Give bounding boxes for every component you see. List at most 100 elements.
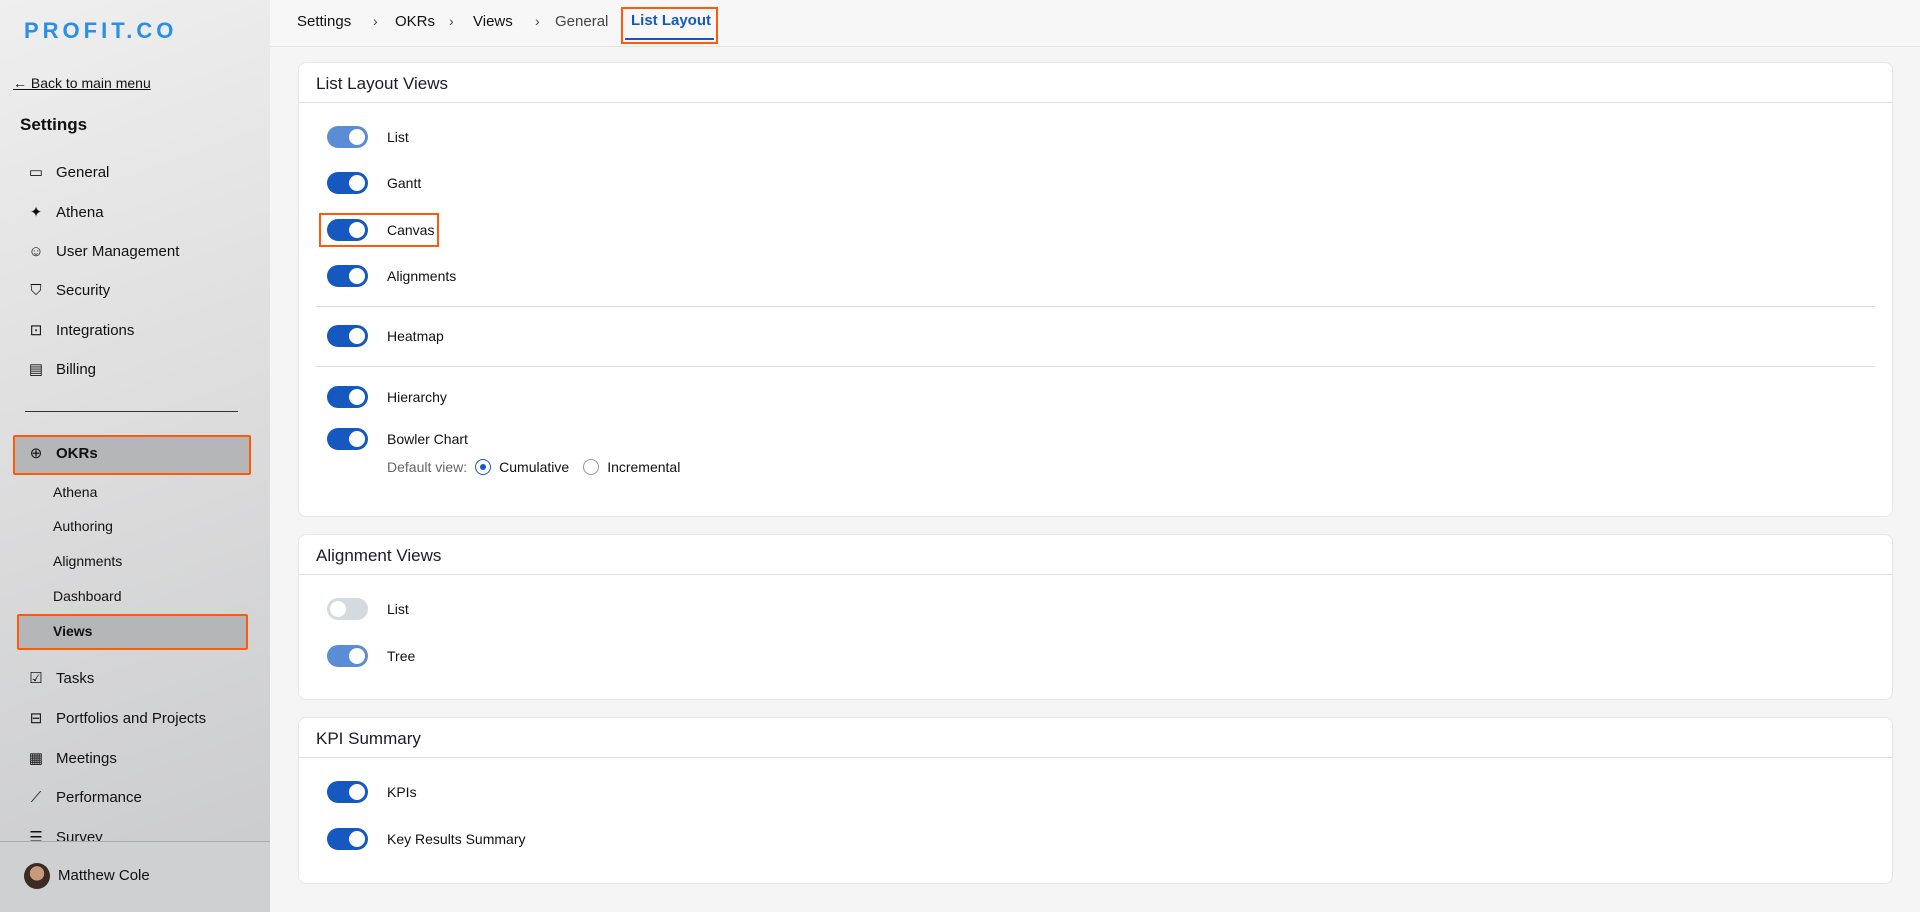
gantt-toggle-row[interactable]: Gantt [327, 171, 421, 195]
heatmap-toggle[interactable] [327, 325, 368, 347]
divider [316, 366, 1875, 367]
tree-toggle[interactable] [327, 645, 368, 667]
sidebar-item-tasks[interactable]: ☑ Tasks [27, 666, 94, 690]
sidebar-item-label: Billing [56, 360, 97, 378]
active-tab-underline [625, 38, 714, 40]
toggle-label: Hierarchy [387, 389, 447, 405]
incremental-label[interactable]: Incremental [607, 459, 680, 475]
sidebar-item-label: Meetings [56, 749, 117, 767]
cumulative-radio[interactable] [475, 459, 492, 475]
alignments-toggle-row[interactable]: Alignments [327, 264, 456, 288]
kpis-toggle[interactable] [327, 781, 368, 803]
toggle-label: Key Results Summary [387, 831, 526, 847]
list-toggle[interactable] [327, 126, 368, 148]
sidebar-item-meetings[interactable]: ▦ Meetings [27, 746, 117, 770]
tab-list-layout[interactable]: List Layout [631, 12, 711, 29]
canvas-toggle-row[interactable]: Canvas [327, 218, 434, 242]
alignment-views-card: Alignment Views List Tree [298, 534, 1893, 700]
sidebar-item-user-management[interactable]: ☺ User Management [27, 239, 179, 263]
sidebar-item-label: Security [56, 281, 111, 299]
toggle-label: Bowler Chart [387, 431, 468, 447]
toggle-label: Heatmap [387, 328, 444, 344]
monitor-icon: ▭ [28, 164, 44, 181]
card-title: List Layout Views [299, 63, 1892, 103]
toggle-label: Alignments [387, 268, 457, 284]
key-results-summary-toggle[interactable] [327, 828, 368, 850]
user-profile[interactable]: Matthew Cole [0, 841, 270, 912]
card-title: Alignment Views [299, 535, 1892, 575]
sidebar: PROFIT.CO ← Back to main menu Settings ▭… [0, 0, 270, 912]
alignment-list-toggle[interactable] [327, 598, 368, 620]
heatmap-toggle-row[interactable]: Heatmap [327, 324, 444, 348]
sparkle-icon: ✦ [29, 204, 43, 221]
sidebar-subitem-authoring[interactable]: Authoring [53, 518, 113, 534]
user-icon: ☺ [28, 242, 44, 260]
sidebar-item-performance[interactable]: ⟋ Performance [27, 785, 142, 809]
sidebar-item-billing[interactable]: ▤ Billing [27, 357, 96, 381]
breadcrumb-views[interactable]: Views [473, 13, 513, 30]
breadcrumb-okrs[interactable]: OKRs [395, 13, 435, 30]
chart-line-icon: ⟋ [30, 788, 42, 806]
gantt-toggle[interactable] [327, 172, 368, 194]
sidebar-divider [25, 411, 238, 412]
sidebar-item-security[interactable]: ⛉ Security [27, 278, 110, 302]
sidebar-item-portfolios[interactable]: ⊟ Portfolios and Projects [27, 706, 206, 730]
main-content: Settings › OKRs › Views › General List L… [270, 0, 1920, 912]
key-results-summary-toggle-row[interactable]: Key Results Summary [327, 827, 525, 851]
kpis-toggle-row[interactable]: KPIs [327, 780, 417, 804]
target-icon: ⊕ [29, 445, 43, 462]
hierarchy-toggle[interactable] [327, 386, 368, 408]
alignment-list-toggle-row[interactable]: List [327, 597, 409, 621]
canvas-toggle[interactable] [327, 219, 368, 241]
bowler-chart-toggle[interactable] [327, 428, 368, 450]
avatar [24, 863, 50, 889]
sidebar-item-general[interactable]: ▭ General [27, 160, 109, 184]
tab-general[interactable]: General [555, 13, 608, 30]
sidebar-item-label: General [56, 163, 110, 181]
sidebar-item-label: User Management [56, 242, 180, 260]
kpi-summary-card: KPI Summary KPIs Key Results Summary [298, 717, 1893, 884]
back-to-main-menu-link[interactable]: ← Back to main menu [13, 75, 151, 91]
user-name: Matthew Cole [58, 867, 150, 884]
clipboard-check-icon: ☑ [29, 670, 43, 687]
sidebar-subitem-dashboard[interactable]: Dashboard [53, 588, 122, 604]
briefcase-icon: ⊟ [29, 710, 43, 727]
toggle-label: List [387, 601, 409, 617]
chip-icon: ⊡ [29, 322, 43, 339]
list-toggle-row[interactable]: List [327, 125, 409, 149]
alignments-toggle[interactable] [327, 265, 368, 287]
sidebar-item-label: Performance [56, 788, 142, 806]
default-view-group: Default view: Cumulative Incremental [387, 459, 680, 475]
receipt-icon: ▤ [28, 361, 44, 378]
breadcrumb: Settings › OKRs › Views › General List L… [270, 0, 1920, 47]
hierarchy-toggle-row[interactable]: Hierarchy [327, 385, 447, 409]
bowler-chart-toggle-row[interactable]: Bowler Chart [327, 427, 468, 451]
sidebar-subitem-alignments[interactable]: Alignments [53, 553, 122, 569]
chevron-right-icon: › [535, 13, 540, 29]
incremental-radio[interactable] [583, 459, 600, 475]
sidebar-item-label: Portfolios and Projects [56, 709, 207, 727]
logo: PROFIT.CO [24, 18, 178, 43]
default-view-label: Default view: [387, 459, 468, 475]
calendar-icon: ▦ [28, 750, 44, 767]
toggle-label: Canvas [387, 222, 435, 238]
chevron-right-icon: › [373, 13, 378, 29]
breadcrumb-settings[interactable]: Settings [297, 13, 351, 30]
sidebar-subitem-athena[interactable]: Athena [53, 484, 97, 500]
sidebar-item-label: Athena [56, 203, 104, 221]
sidebar-item-label: OKRs [56, 444, 98, 462]
sidebar-item-label: Integrations [56, 321, 135, 339]
chevron-right-icon: › [449, 13, 454, 29]
toggle-label: Gantt [387, 175, 422, 191]
views-highlight [17, 614, 248, 650]
cumulative-label[interactable]: Cumulative [499, 459, 569, 475]
sidebar-subitem-views[interactable]: Views [53, 623, 92, 639]
shield-icon: ⛉ [30, 281, 42, 299]
sidebar-item-integrations[interactable]: ⊡ Integrations [27, 318, 135, 342]
card-title: KPI Summary [299, 718, 1892, 758]
sidebar-item-athena[interactable]: ✦ Athena [27, 200, 104, 224]
sidebar-item-okrs[interactable]: ⊕ OKRs [27, 441, 98, 465]
divider [316, 306, 1875, 307]
tree-toggle-row[interactable]: Tree [327, 644, 415, 668]
toggle-label: List [387, 129, 409, 145]
